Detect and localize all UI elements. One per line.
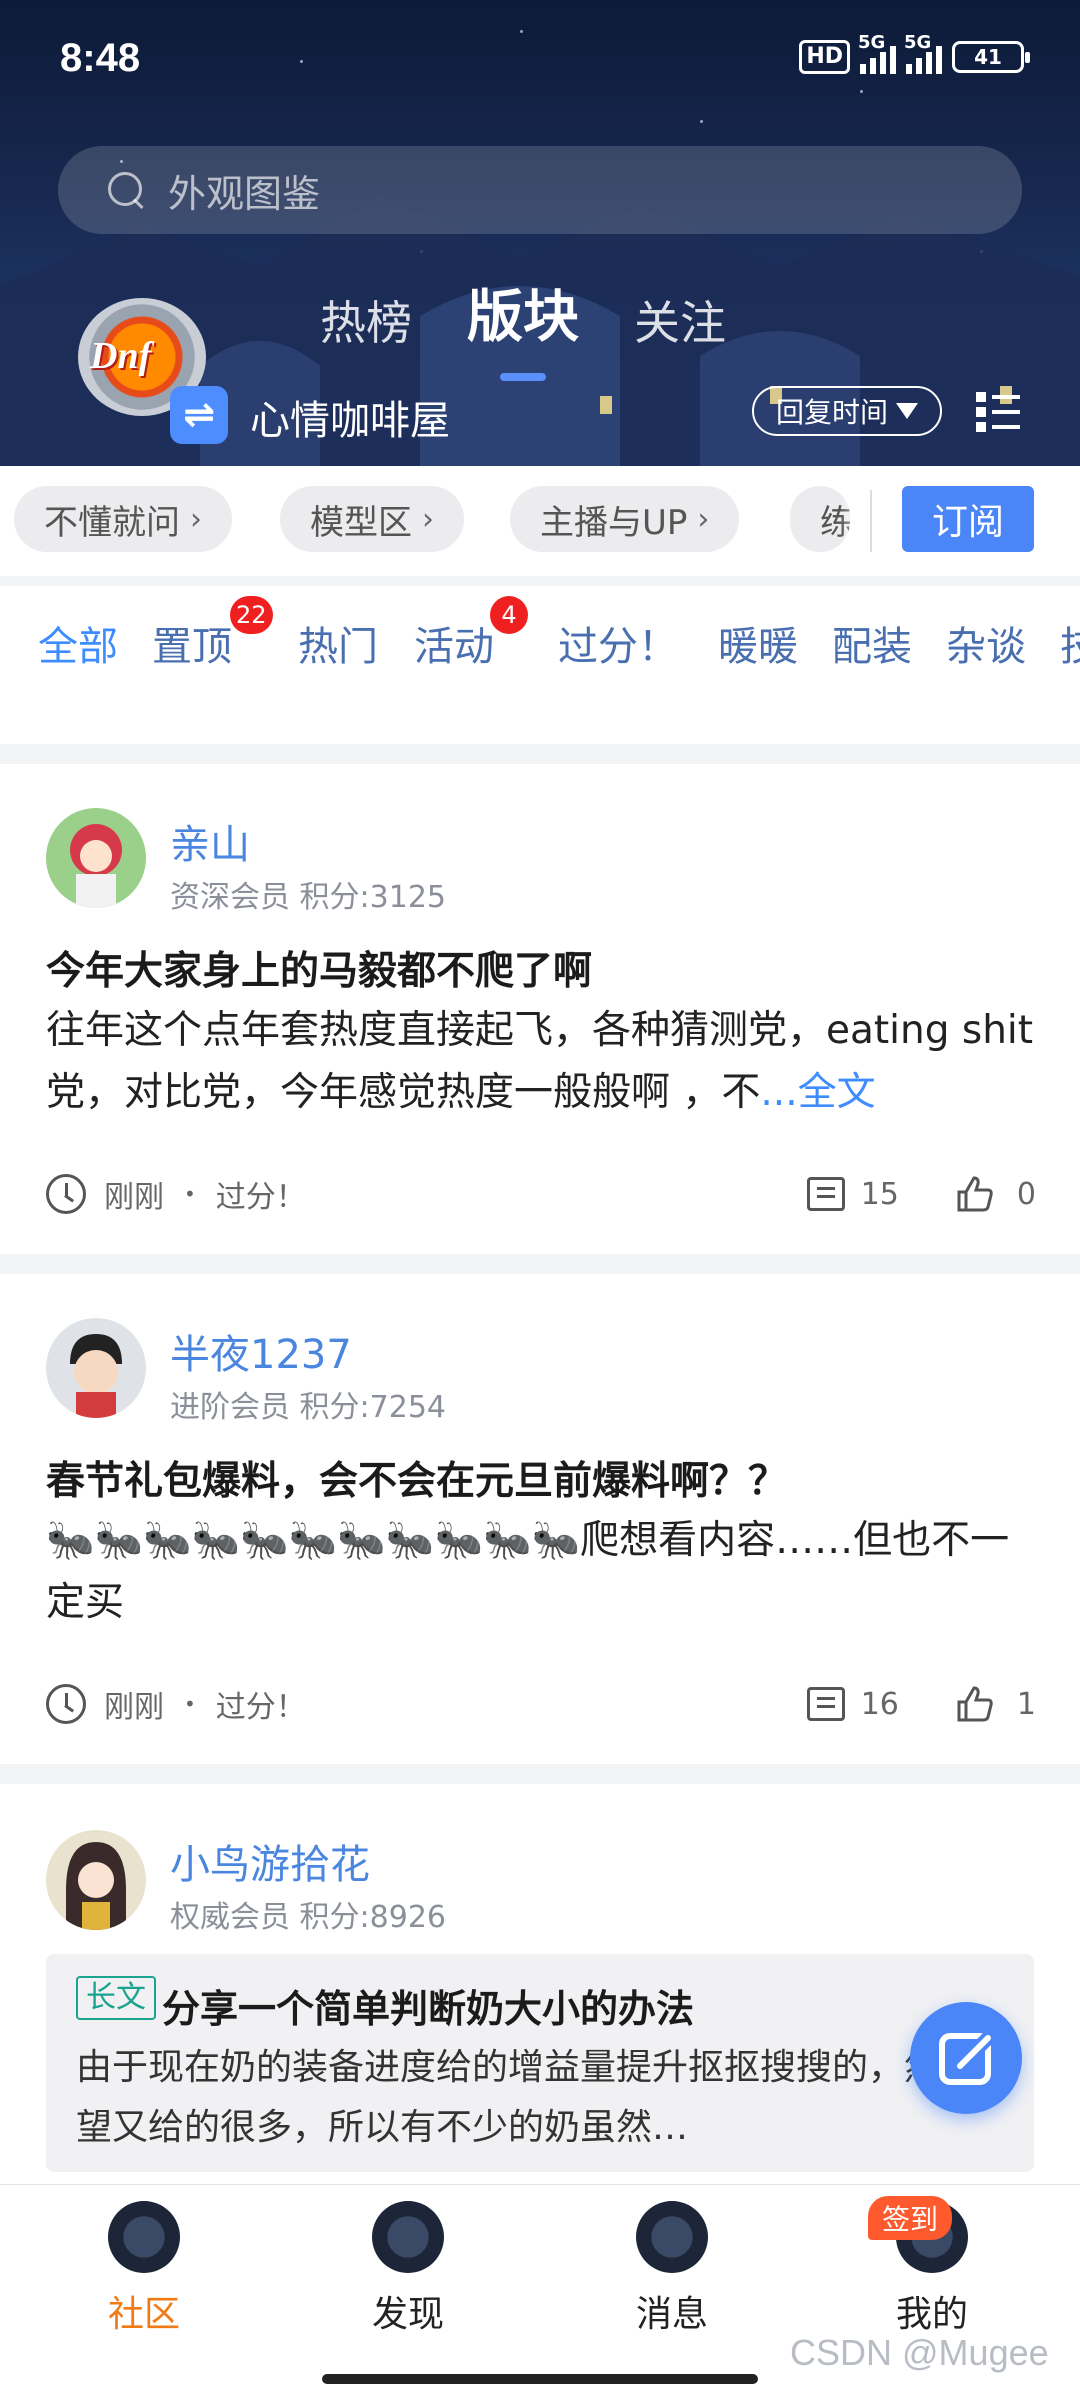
header-tabs: 热榜 版块 关注 [320, 272, 781, 353]
username[interactable]: 亲山 [170, 812, 250, 870]
cat-pinned[interactable]: 置顶 22 [152, 596, 273, 672]
discover-icon [372, 2201, 444, 2273]
post-footer: 刚刚 • 过分！ 15 0 [46, 1172, 1036, 1216]
long-article-tag: 长文 [76, 1976, 156, 2020]
avatar[interactable] [46, 808, 146, 908]
sort-button[interactable]: 回复时间 [752, 386, 943, 436]
chip-ask[interactable]: 不懂就问 › [14, 486, 232, 552]
post-title: 分享一个简单判断奶大小的办法 [162, 1987, 695, 2031]
search-icon [106, 170, 146, 210]
tab-hot-list[interactable]: 热榜 [320, 287, 412, 353]
post-card[interactable]: 半夜1237 进阶会员 积分:7254 春节礼包爆料，会不会在元旦前爆料啊？？ … [0, 1274, 1080, 1764]
search-placeholder: 外观图鉴 [168, 171, 321, 216]
signal-icon-2: 5G [904, 32, 942, 74]
messages-icon [636, 2201, 708, 2273]
tab-boards[interactable]: 版块 [467, 272, 579, 353]
user-meta: 资深会员 积分:3125 [170, 880, 446, 915]
cat-all[interactable]: 全部 [38, 614, 118, 672]
chevron-right-icon: › [190, 501, 202, 537]
divider [870, 490, 872, 552]
nav-messages[interactable]: 消息 [592, 2201, 752, 2337]
post-time: 刚刚 [104, 1180, 164, 1215]
post-title: 今年大家身上的马毅都不爬了啊 [46, 949, 593, 994]
like-icon[interactable] [955, 1174, 995, 1214]
status-icons: HD 5G 5G 41 [799, 32, 1030, 74]
battery-level: 41 [974, 45, 1002, 69]
pinned-badge: 22 [230, 596, 273, 634]
avatar[interactable] [46, 1830, 146, 1930]
avatar[interactable] [46, 1318, 146, 1418]
post-card[interactable]: 亲山 资深会员 积分:3125 今年大家身上的马毅都不爬了啊 往年这个点年套热度… [0, 764, 1080, 1254]
post-category: 过分！ [215, 1690, 306, 1725]
post-footer: 刚刚 • 过分！ 16 1 [46, 1682, 1036, 1726]
chip-streamer[interactable]: 主播与UP › [510, 486, 740, 552]
post-category: 过分！ [215, 1180, 306, 1215]
post-body: 由于现在奶的装备进度给的增益量提升抠抠搜搜的，然后名望又给的很多，所以有不少的奶… [76, 2047, 1013, 2148]
clock-icon [46, 1174, 86, 1214]
filter-icon [896, 403, 919, 419]
long-article-preview[interactable]: 长文 分享一个简单判断奶大小的办法 由于现在奶的装备进度给的增益量提升抠抠搜搜的… [46, 1954, 1034, 2172]
watermark: CSDN @Mugee [790, 2332, 1049, 2373]
comment-icon[interactable] [806, 1177, 845, 1211]
cat-gear[interactable]: 配装 [832, 614, 912, 672]
post-body: 🐜🐜🐜🐜🐜🐜🐜🐜🐜🐜🐜爬想看内容……但也不一定买 [46, 1518, 1010, 1625]
post-body: 往年这个点年套热度直接起飞，各种猜测党，eating shit党，对比党，今年感… [46, 1008, 1034, 1115]
edit-icon [939, 2031, 995, 2085]
previous-post-footer [0, 694, 1080, 744]
clock-icon [46, 1684, 86, 1724]
compose-button[interactable] [910, 2002, 1022, 2114]
signal-icon: 5G [858, 32, 896, 74]
cat-hot[interactable]: 热门 [298, 614, 378, 672]
like-count: 0 [1016, 1176, 1036, 1212]
cat-excessive[interactable]: 过分！ [558, 614, 678, 672]
search-input[interactable]: 外观图鉴 [58, 146, 1022, 234]
comment-count: 16 [860, 1686, 899, 1722]
username[interactable]: 小鸟游拾花 [170, 1832, 370, 1890]
sub-board-bar: 不懂就问 › 模型区 › 主播与UP › 练 订阅 [0, 466, 1080, 576]
username[interactable]: 半夜1237 [170, 1322, 352, 1380]
chips-fade [840, 466, 870, 576]
category-tabs: 全部 置顶 22 热门 活动 4 过分！ 暖暖 配装 杂谈 技 [0, 586, 1080, 694]
header-banner: 8:48 HD 5G 5G 41 外观图鉴 热榜 版块 关注 Dnf ⇌ 心情咖… [0, 0, 1080, 466]
read-more-link[interactable]: ...全文 [760, 1070, 875, 1115]
chevron-right-icon: › [697, 501, 710, 537]
tab-following[interactable]: 关注 [634, 287, 726, 353]
sort-label: 回复时间 [776, 396, 889, 429]
battery-icon: 41 [952, 41, 1030, 73]
switch-board-icon[interactable]: ⇌ [170, 386, 228, 444]
comment-icon[interactable] [806, 1687, 845, 1721]
comment-count: 15 [860, 1176, 899, 1212]
post-time: 刚刚 [104, 1690, 164, 1725]
clock-time: 8:48 [60, 36, 141, 80]
community-icon [108, 2201, 180, 2273]
chip-model[interactable]: 模型区 › [280, 486, 464, 552]
cat-event[interactable]: 活动 4 [414, 596, 528, 672]
cat-chat[interactable]: 杂谈 [946, 614, 1026, 672]
board-name: 心情咖啡屋 [250, 398, 450, 444]
subscribe-button[interactable]: 订阅 [902, 486, 1034, 552]
chevron-right-icon: › [422, 501, 434, 537]
like-count: 1 [1016, 1686, 1036, 1722]
nav-community[interactable]: 社区 [64, 2201, 224, 2337]
status-bar: 8:48 HD 5G 5G 41 [0, 0, 1080, 120]
user-meta: 权威会员 积分:8926 [170, 1900, 446, 1935]
event-badge: 4 [490, 596, 528, 634]
home-indicator[interactable] [322, 2374, 758, 2384]
post-title: 春节礼包爆料，会不会在元旦前爆料啊？？ [46, 1459, 788, 1504]
layout-toggle-icon[interactable] [976, 392, 1020, 432]
logo-text: Dnf [90, 335, 152, 377]
user-meta: 进阶会员 积分:7254 [170, 1390, 446, 1425]
hd-icon: HD [799, 40, 850, 74]
signin-badge[interactable]: 签到 [868, 2196, 953, 2240]
cat-warm[interactable]: 暖暖 [718, 614, 798, 672]
cat-tech[interactable]: 技 [1060, 614, 1080, 672]
nav-discover[interactable]: 发现 [328, 2201, 488, 2337]
like-icon[interactable] [955, 1684, 995, 1724]
